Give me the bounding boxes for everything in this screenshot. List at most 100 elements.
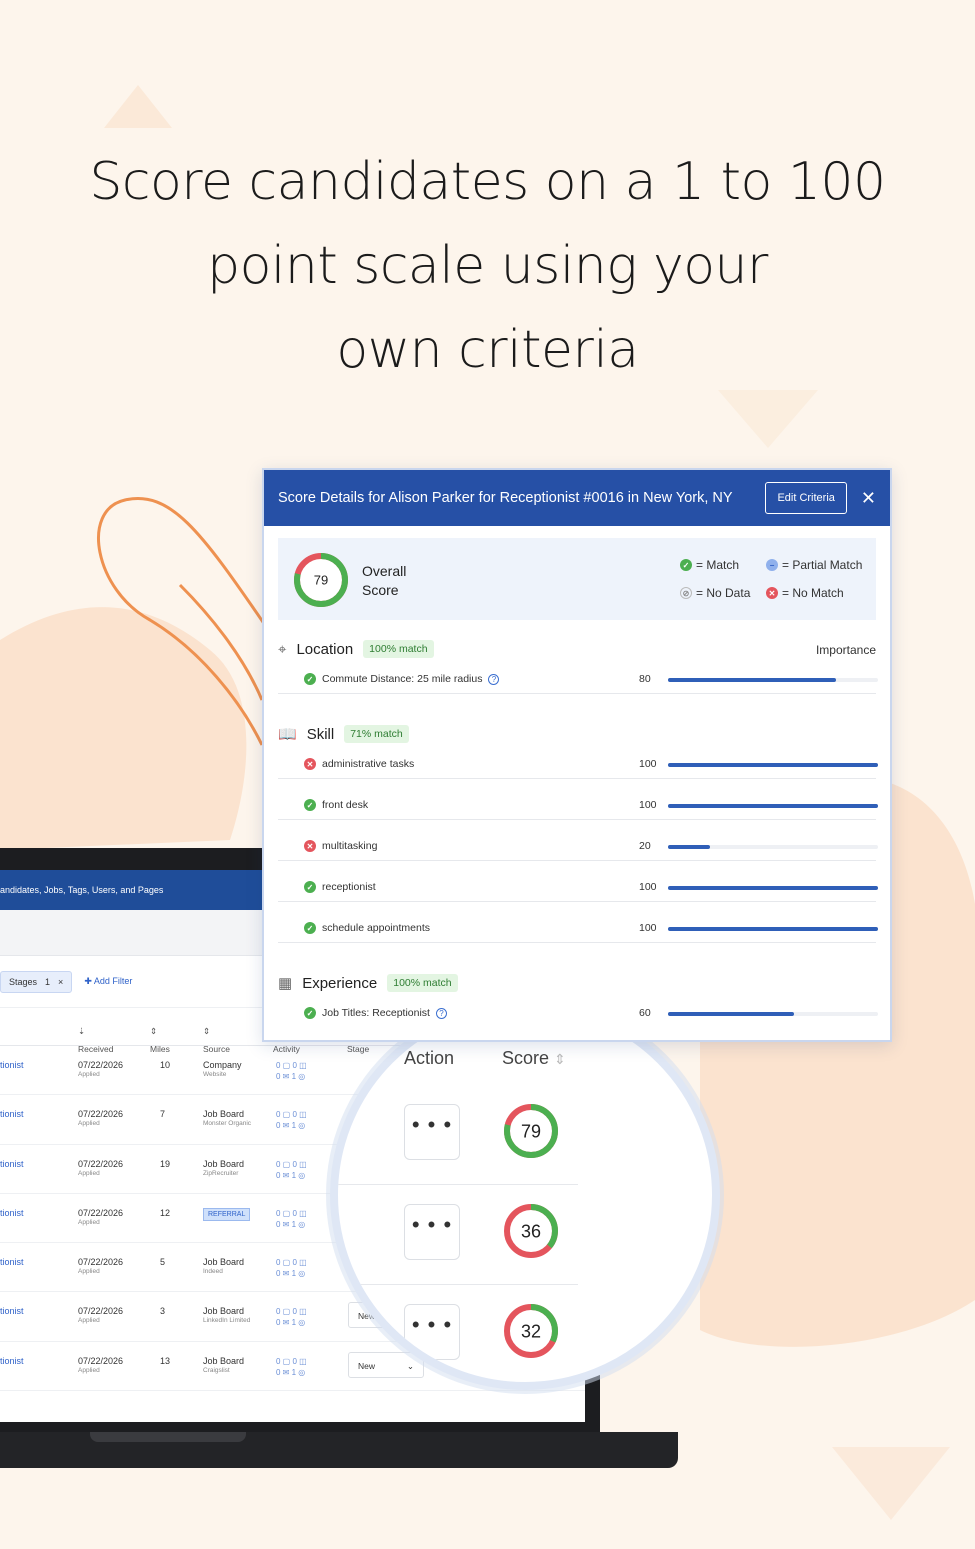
source-value: Job Board ZipRecruiter bbox=[203, 1158, 245, 1177]
triangle-decoration bbox=[104, 85, 172, 128]
received-date: 07/22/2026 Applied bbox=[78, 1306, 124, 1325]
panel-header: Score Details for Alison Parker for Rece… bbox=[264, 470, 890, 526]
activity-icons[interactable]: 0 ▢ 0 ◫ 0 ✉ 1 ◎ bbox=[276, 1208, 307, 1230]
column-miles[interactable]: Miles ⇕ bbox=[150, 1026, 170, 1054]
x-icon: ✕ bbox=[304, 758, 316, 770]
job-link[interactable]: tionist bbox=[0, 1159, 24, 1170]
candidate-score-ring[interactable]: 32 bbox=[502, 1302, 560, 1360]
score-value: 79 bbox=[314, 573, 328, 588]
check-icon: ✓ bbox=[304, 881, 316, 893]
close-icon[interactable]: × bbox=[58, 977, 63, 987]
received-date: 07/22/2026 Applied bbox=[78, 1257, 124, 1276]
activity-icons[interactable]: 0 ▢ 0 ◫ 0 ✉ 1 ◎ bbox=[276, 1257, 307, 1279]
job-link[interactable]: tionist bbox=[0, 1356, 24, 1367]
chip-count: 1 bbox=[45, 976, 51, 987]
miles-value: 12 bbox=[160, 1207, 171, 1218]
activity-icons[interactable]: 0 ▢ 0 ◫ 0 ✉ 1 ◎ bbox=[276, 1306, 307, 1328]
add-filter-button[interactable]: ✚ Add Filter bbox=[84, 976, 132, 987]
laptop-notch bbox=[90, 1432, 246, 1442]
check-icon: ✓ bbox=[304, 922, 316, 934]
candidate-score-ring[interactable]: 36 bbox=[502, 1202, 560, 1260]
criteria-item: ✕ administrative tasks bbox=[304, 758, 414, 770]
x-icon: ✕ bbox=[766, 587, 778, 599]
referral-badge: REFERRAL bbox=[203, 1207, 251, 1221]
job-link[interactable]: tionist bbox=[0, 1257, 24, 1268]
nodata-icon: ⊘ bbox=[680, 587, 692, 599]
triangle-decoration bbox=[832, 1447, 950, 1520]
headline: Score candidates on a 1 to 100 point sca… bbox=[60, 140, 915, 392]
importance-bar bbox=[668, 804, 878, 808]
skill-icon: 📖 bbox=[278, 726, 297, 743]
edit-criteria-button[interactable]: Edit Criteria bbox=[765, 482, 847, 514]
close-icon[interactable]: ✕ bbox=[861, 488, 876, 509]
action-menu-button[interactable]: • • • bbox=[404, 1204, 460, 1260]
criteria-item: ✓ receptionist bbox=[304, 881, 376, 893]
overall-score-ring: 79 bbox=[294, 553, 348, 607]
headline-line: point scale using your bbox=[207, 236, 768, 296]
activity-icons[interactable]: 0 ▢ 0 ◫ 0 ✉ 1 ◎ bbox=[276, 1109, 307, 1131]
column-source[interactable]: Source ⇕ bbox=[203, 1026, 230, 1054]
check-icon: ✓ bbox=[304, 1007, 316, 1019]
x-icon: ✕ bbox=[304, 840, 316, 852]
legend-partial: − = Partial Match bbox=[766, 558, 862, 572]
source-value: Job Board Craigslist bbox=[203, 1355, 245, 1374]
importance-value: 60 bbox=[639, 1007, 651, 1019]
navbar-search-hint[interactable]: andidates, Jobs, Tags, Users, and Pages bbox=[0, 885, 163, 895]
importance-bar bbox=[668, 886, 878, 890]
location-match-badge: 100% match bbox=[363, 640, 434, 658]
job-link[interactable]: tionist bbox=[0, 1306, 24, 1317]
action-menu-button[interactable]: • • • bbox=[404, 1304, 460, 1360]
location-icon: ⌖ bbox=[278, 640, 287, 658]
received-date: 07/22/2026 Applied bbox=[78, 1355, 124, 1374]
score-value: 79 bbox=[521, 1121, 541, 1141]
help-icon[interactable]: ? bbox=[435, 1007, 447, 1019]
headline-line: own criteria bbox=[336, 320, 639, 380]
score-value: 32 bbox=[521, 1321, 541, 1341]
importance-value: 100 bbox=[639, 881, 657, 893]
activity-icons[interactable]: 0 ▢ 0 ◫ 0 ✉ 1 ◎ bbox=[276, 1356, 307, 1378]
miles-value: 3 bbox=[160, 1306, 166, 1317]
overall-score-label: Overall Score bbox=[362, 563, 407, 598]
job-link[interactable]: tionist bbox=[0, 1109, 24, 1120]
source-value: Company Website bbox=[203, 1060, 242, 1078]
activity-icons[interactable]: 0 ▢ 0 ◫ 0 ✉ 1 ◎ bbox=[276, 1159, 307, 1181]
action-column-header: Action bbox=[404, 1048, 455, 1068]
source-value: REFERRAL bbox=[203, 1207, 251, 1221]
magnifier-lens: Action Score ⇕ • • • 79 • • • 36 • • • 3… bbox=[330, 1000, 720, 1390]
check-icon: ✓ bbox=[680, 559, 692, 571]
stages-filter-chip[interactable]: Stages 1 × bbox=[0, 970, 73, 993]
importance-value: 100 bbox=[639, 799, 657, 811]
skill-section-title: 📖 Skill 71% match bbox=[278, 725, 409, 743]
legend-nomatch: ✕ = No Match bbox=[766, 586, 844, 600]
source-value: Job Board Monster Organic bbox=[203, 1109, 252, 1128]
activity-icons[interactable]: 0 ▢ 0 ◫ 0 ✉ 1 ◎ bbox=[276, 1060, 307, 1082]
action-menu-button[interactable]: • • • bbox=[404, 1104, 460, 1160]
importance-value: 80 bbox=[639, 673, 651, 685]
legend-nodata: ⊘ = No Data bbox=[680, 586, 750, 600]
location-section-title: ⌖ Location 100% match bbox=[278, 640, 434, 658]
criteria-item: ✕ multitasking bbox=[304, 840, 377, 852]
received-date: 07/22/2026 Applied bbox=[78, 1060, 124, 1078]
panel-title: Score Details for Alison Parker for Rece… bbox=[278, 490, 733, 506]
check-icon: ✓ bbox=[304, 673, 316, 685]
miles-value: 5 bbox=[160, 1257, 166, 1268]
importance-bar bbox=[668, 927, 878, 931]
help-icon[interactable]: ? bbox=[488, 673, 500, 685]
source-value: Job Board Indeed bbox=[203, 1257, 245, 1276]
job-link[interactable]: tionist bbox=[0, 1208, 24, 1219]
partial-icon: − bbox=[766, 559, 778, 571]
overall-score-box: 79 Overall Score ✓ = Match − = Partial Matc… bbox=[278, 538, 876, 620]
score-column-header[interactable]: Score ⇕ bbox=[502, 1048, 566, 1069]
job-link[interactable]: tionist bbox=[0, 1060, 24, 1071]
candidate-score-ring[interactable]: 79 bbox=[502, 1102, 560, 1160]
triangle-decoration bbox=[718, 390, 818, 448]
criteria-item: ✓ Job Titles: Receptionist ? bbox=[304, 1007, 447, 1019]
check-icon: ✓ bbox=[304, 799, 316, 811]
miles-value: 13 bbox=[160, 1355, 171, 1366]
blob-decoration bbox=[0, 607, 247, 850]
miles-value: 19 bbox=[160, 1158, 171, 1169]
skill-match-badge: 71% match bbox=[344, 725, 409, 743]
column-received[interactable]: Received ⇣ bbox=[78, 1026, 113, 1054]
miles-value: 10 bbox=[160, 1060, 171, 1070]
criteria-item: ✓ Commute Distance: 25 mile radius ? bbox=[304, 673, 500, 685]
